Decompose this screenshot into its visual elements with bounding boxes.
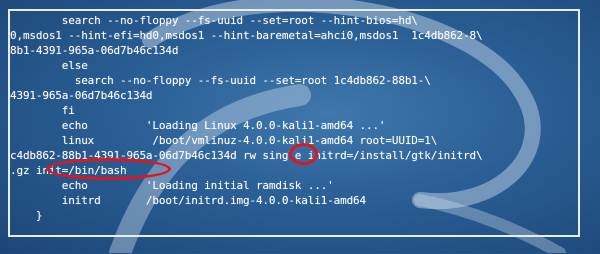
- grub-editor-frame[interactable]: search --no-floppy --fs-uuid --set=root …: [8, 9, 580, 237]
- code-line: 4391-965a-06d7b46c134d: [10, 89, 153, 102]
- code-line: search --no-floppy --fs-uuid --set=root …: [10, 74, 431, 87]
- code-line: search --no-floppy --fs-uuid --set=root …: [10, 14, 418, 27]
- code-line: else: [10, 59, 88, 72]
- code-line: linux /boot/vmlinuz-4.0.0-kali1-amd64 ro…: [10, 134, 438, 147]
- rw-highlight-circle: [289, 143, 318, 165]
- code-line: fi: [10, 104, 75, 117]
- code-line: 8b1-4391-965a-06d7b46c134d: [10, 44, 179, 57]
- code-line: }: [10, 209, 43, 222]
- code-line: echo 'Loading initial ramdisk ...': [10, 179, 334, 192]
- code-line: initrd /boot/initrd.img-4.0.0-kali1-amd6…: [10, 194, 366, 207]
- init-bash-highlight-circle: [46, 158, 171, 180]
- code-line: echo 'Loading Linux 4.0.0-kali1-amd64 ..…: [10, 119, 386, 132]
- code-line: 0,msdos1 --hint-efi=hd0,msdos1 --hint-ba…: [10, 29, 483, 42]
- grub-boot-entry-text[interactable]: search --no-floppy --fs-uuid --set=root …: [10, 11, 483, 254]
